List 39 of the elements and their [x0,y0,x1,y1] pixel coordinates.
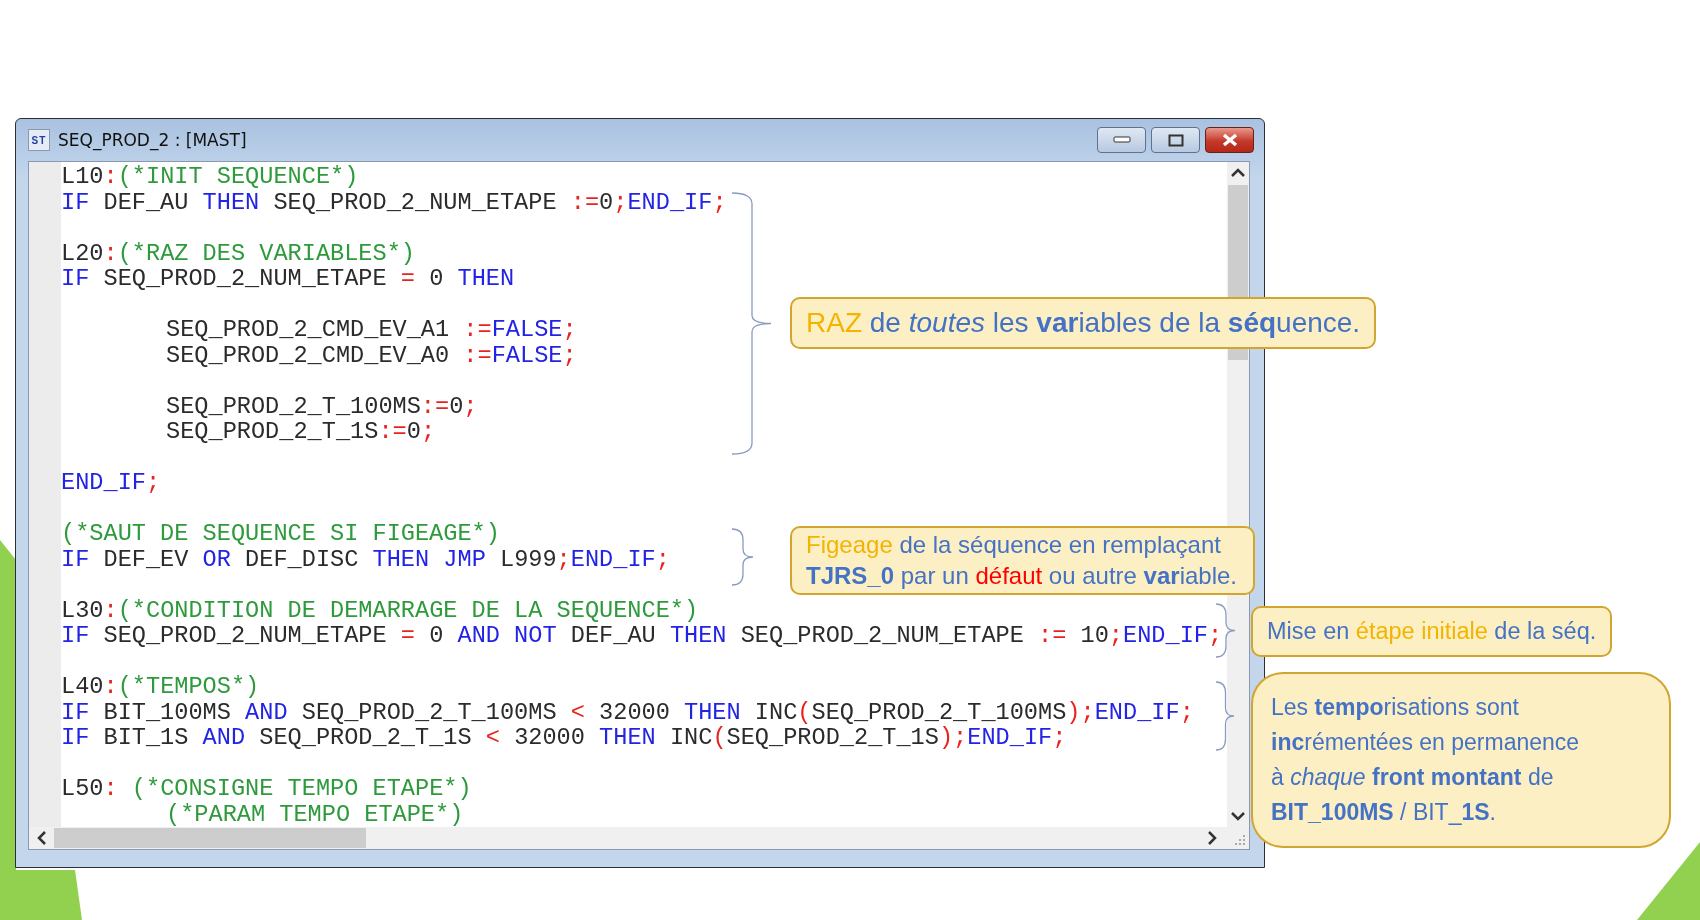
code-line: IF BIT_1S AND SEQ_PROD_2_T_1S < 32000 THEN INC(SEQ_PROD_2_T_1S);END_IF; [61,725,1067,751]
code-line: IF BIT_100MS AND SEQ_PROD_2_T_100MS < 32000 THEN INC(SEQ_PROD_2_T_100MS);END_IF; [61,699,1194,725]
code-line: IF DEF_AU THEN SEQ_PROD_2_NUM_ETAPE :=0;END_IF; [61,189,727,215]
code-line: (*SAUT DE SEQUENCE SI FIGEAGE*) [61,521,500,547]
code-line: L30:(*CONDITION DE DEMARRAGE DE LA SEQUENCE*) [61,597,699,623]
code-line: IF SEQ_PROD_2_NUM_ETAPE = 0 THEN [61,266,515,292]
code-line: L10:(*INIT SEQUENCE*) [61,164,359,190]
code-line: L50: (*CONSIGNE TEMPO ETAPE*) [61,776,472,802]
code-line: SEQ_PROD_2_T_1S:=0; [166,419,436,445]
maximize-button[interactable] [1151,127,1200,153]
scroll-up-icon[interactable] [1231,168,1245,177]
curly-brace [1216,681,1235,751]
curly-brace [732,528,754,586]
code-line: SEQ_PROD_2_CMD_EV_A0 :=FALSE; [166,342,577,368]
curly-brace [1216,603,1236,658]
code-line: SEQ_PROD_2_T_100MS:=0; [166,393,478,419]
scrollbar-thumb[interactable] [54,828,366,848]
code-line: IF DEF_EV OR DEF_DISC THEN JMP L999;END_IF; [61,546,670,572]
callout-text: RAZ de toutes les variables de la séquence. [806,307,1361,339]
close-button[interactable] [1205,127,1254,153]
maximize-icon [1167,133,1184,147]
app-icon: ST [28,129,50,151]
code-line: L20:(*RAZ DES VARIABLES*) [61,240,415,266]
resize-grip-icon[interactable] [1234,834,1246,846]
scroll-right-icon[interactable] [1208,831,1217,845]
code-line: END_IF; [61,470,161,496]
minimize-button[interactable] [1097,127,1146,153]
scroll-left-icon[interactable] [37,831,46,845]
callout-text: Figeage de la séquence en remplaçant TJRS_0 par un défaut ou autre variable. [806,530,1237,591]
code-line: (*PARAM TEMPO ETAPE*) [166,801,464,827]
code-line: IF SEQ_PROD_2_NUM_ETAPE = 0 AND NOT DEF_AU THEN SEQ_PROD_2_NUM_ETAPE := 10;END_IF; [61,623,1223,649]
callout-text: Mise en étape initiale de la séq. [1267,618,1597,645]
minimize-icon [1112,136,1131,144]
window-title: SEQ_PROD_2 : [MAST] [58,130,247,150]
code-line: L40:(*TEMPOS*) [61,674,260,700]
scroll-down-icon[interactable] [1231,812,1245,821]
close-icon [1220,133,1239,147]
callout-text: Les temporisations sont incrémentées en permanence à chaque front montant de BIT_100MS / BIT_1S. [1271,693,1581,827]
code-line: SEQ_PROD_2_CMD_EV_A1 :=FALSE; [166,317,577,343]
